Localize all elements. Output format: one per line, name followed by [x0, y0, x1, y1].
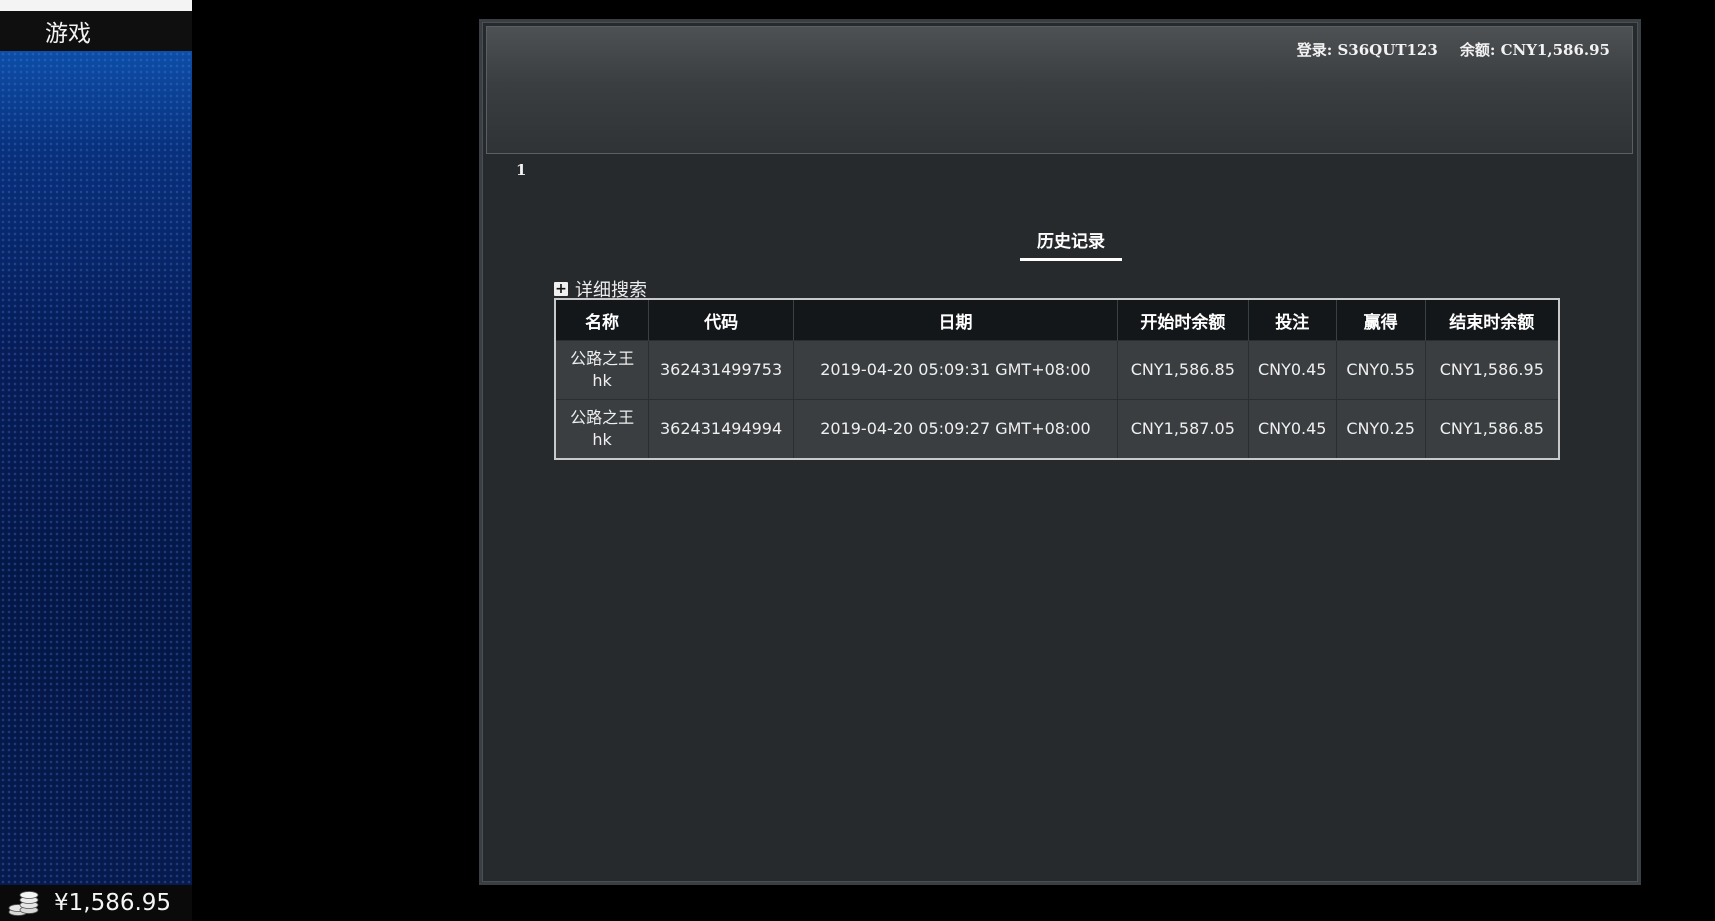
cell-win: CNY0.25	[1335, 399, 1426, 459]
sidebar-title: 游戏	[45, 21, 91, 47]
table-header-row: 名称 代码 日期 开始时余额 投注 赢得 结束时余额	[555, 299, 1559, 341]
cell-code: 362431494994	[648, 399, 794, 459]
coins-icon	[8, 891, 39, 916]
cell-win: CNY0.55	[1335, 340, 1426, 400]
cell-code: 362431499753	[648, 340, 794, 400]
cell-bet: CNY0.45	[1247, 399, 1337, 459]
cell-name-line2: hk	[592, 371, 612, 390]
column-header-end-balance: 结束时余额	[1424, 299, 1559, 341]
sidebar-top-bar	[0, 0, 192, 11]
header-banner: 登录: S36QUT123 余额: CNY1,586.95	[486, 26, 1633, 154]
cell-date: 2019-04-20 05:09:31 GMT+08:00	[793, 340, 1118, 400]
cell-name: 公路之王 hk	[555, 399, 649, 459]
sidebar-games-tab[interactable]: 游戏	[0, 11, 192, 51]
cell-name-line2: hk	[592, 430, 612, 449]
main-panel: 登录: S36QUT123 余额: CNY1,586.95 1 历史记录 + 详细…	[479, 19, 1641, 885]
cell-name: 公路之王 hk	[555, 340, 649, 400]
cell-name-line1: 公路之王	[570, 349, 635, 368]
column-header-code: 代码	[648, 299, 794, 341]
cell-date: 2019-04-20 05:09:27 GMT+08:00	[793, 399, 1118, 459]
table-row[interactable]: 公路之王 hk 362431499753 2019-04-20 05:09:31 …	[555, 340, 1559, 400]
sidebar-balance: ¥1,586.95	[54, 890, 172, 916]
balance-label: 余额: CNY1,586.95	[1459, 41, 1610, 59]
column-header-start-balance: 开始时余额	[1116, 299, 1249, 341]
cell-name-line1: 公路之王	[570, 408, 635, 427]
tab-history[interactable]: 历史记录	[1020, 227, 1122, 261]
plus-icon: +	[554, 281, 568, 297]
table-row[interactable]: 公路之王 hk 362431494994 2019-04-20 05:09:27 …	[555, 399, 1559, 459]
sidebar-balance-bar: ¥1,586.95	[0, 885, 192, 921]
cell-end-balance: CNY1,586.85	[1424, 399, 1559, 459]
column-header-name: 名称	[555, 299, 649, 341]
page-number: 1	[516, 161, 527, 179]
column-header-date: 日期	[793, 299, 1118, 341]
cell-bet: CNY0.45	[1247, 340, 1337, 400]
cell-start-balance: CNY1,587.05	[1116, 399, 1249, 459]
history-table: 名称 代码 日期 开始时余额 投注 赢得 结束时余额 公路之王 hk 362431…	[554, 298, 1560, 460]
cell-end-balance: CNY1,586.95	[1424, 340, 1559, 400]
sidebar: 游戏 ¥1,586.95	[0, 0, 192, 921]
login-label: 登录: S36QUT123	[1296, 41, 1438, 59]
cell-start-balance: CNY1,586.85	[1116, 340, 1249, 400]
column-header-win: 赢得	[1335, 299, 1426, 341]
sidebar-background	[0, 51, 192, 885]
account-info: 登录: S36QUT123 余额: CNY1,586.95	[1297, 39, 1610, 60]
column-header-bet: 投注	[1247, 299, 1337, 341]
